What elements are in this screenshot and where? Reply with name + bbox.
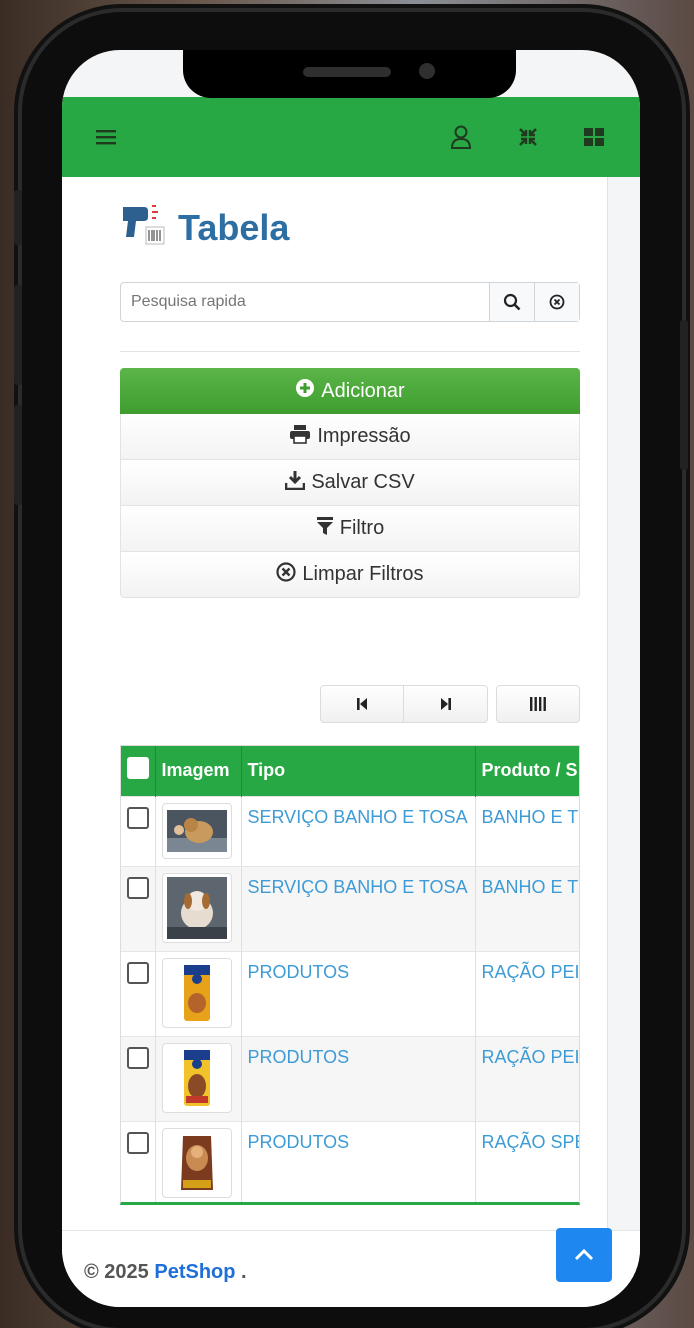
save-csv-label: Salvar CSV xyxy=(311,471,415,493)
image-cell xyxy=(155,1120,242,1202)
row-checkbox[interactable] xyxy=(127,1131,149,1154)
divider xyxy=(120,351,580,352)
filter-button[interactable]: Filtro xyxy=(120,506,580,552)
row-checkbox[interactable] xyxy=(127,1046,149,1069)
step-backward-icon xyxy=(357,698,367,710)
type-cell[interactable]: SERVIÇO BANHO E TOSA xyxy=(241,865,476,951)
side-button xyxy=(14,285,22,385)
download-icon xyxy=(285,470,306,496)
product-cell[interactable]: BANHO E T xyxy=(475,795,579,866)
hamburger-icon[interactable] xyxy=(92,123,120,151)
table-row[interactable]: PRODUTOS RAÇÃO SPE xyxy=(121,1120,579,1202)
side-button xyxy=(680,320,688,470)
search-icon xyxy=(503,293,521,311)
product-cell[interactable]: RAÇÃO PEI xyxy=(475,1035,579,1121)
previous-page-button[interactable] xyxy=(320,685,404,723)
print-button[interactable]: Impressão xyxy=(120,414,580,460)
image-cell xyxy=(155,795,242,866)
image-cell xyxy=(155,865,242,951)
dog-food-bag-icon[interactable] xyxy=(161,1127,232,1198)
action-buttons: Adicionar Impressão Salvar CSV Filtro Li… xyxy=(120,368,580,598)
dog-food-bag-icon[interactable] xyxy=(161,1042,232,1113)
dog-grooming-photo-icon[interactable] xyxy=(161,872,232,943)
page-footer: © 2025 PetShop . xyxy=(62,1228,640,1307)
content-card: Tabela Adicionar Impress xyxy=(62,177,608,1237)
row-select-cell xyxy=(121,950,156,1036)
product-cell[interactable]: RAÇÃO PEI xyxy=(475,950,579,1036)
chevron-up-icon xyxy=(574,1248,594,1261)
phone-screen: Tabela Adicionar Impress xyxy=(62,50,640,1307)
footer-copyright: © 2025 PetShop . xyxy=(84,1261,247,1284)
table-pager xyxy=(320,685,580,723)
type-cell[interactable]: PRODUTOS xyxy=(241,1120,476,1202)
side-button xyxy=(14,405,22,505)
row-checkbox[interactable] xyxy=(127,806,149,829)
table-row[interactable]: PRODUTOS RAÇÃO PEI xyxy=(121,1035,579,1121)
footer-brand-link[interactable]: PetShop xyxy=(154,1261,235,1283)
save-csv-button[interactable]: Salvar CSV xyxy=(120,460,580,506)
copyright-text: © 2025 xyxy=(84,1261,149,1283)
type-cell[interactable]: PRODUTOS xyxy=(241,950,476,1036)
product-cell[interactable]: BANHO E T xyxy=(475,865,579,951)
speaker-grille xyxy=(303,67,391,77)
add-button[interactable]: Adicionar xyxy=(120,368,580,414)
phone-notch xyxy=(183,50,516,98)
columns-icon xyxy=(530,697,546,711)
dog-food-bag-icon[interactable] xyxy=(161,957,232,1028)
print-button-label: Impressão xyxy=(317,425,411,447)
clear-search-button[interactable] xyxy=(534,283,579,321)
columns-toggle-button[interactable] xyxy=(496,685,580,723)
next-page-button[interactable] xyxy=(404,685,488,723)
column-header-image[interactable]: Imagem xyxy=(155,746,242,796)
front-camera xyxy=(419,63,435,79)
add-button-label: Adicionar xyxy=(321,379,405,402)
image-cell xyxy=(155,950,242,1036)
row-checkbox[interactable] xyxy=(127,961,149,984)
product-cell[interactable]: RAÇÃO SPE xyxy=(475,1120,579,1202)
type-cell[interactable]: PRODUTOS xyxy=(241,1035,476,1121)
filter-icon xyxy=(316,516,334,542)
data-table[interactable]: Imagem Tipo Produto / S SERVIÇO BANHO E … xyxy=(120,745,580,1205)
filter-label: Filtro xyxy=(339,517,385,539)
column-header-type[interactable]: Tipo xyxy=(241,746,476,796)
select-all-checkbox[interactable] xyxy=(127,757,149,780)
row-select-cell xyxy=(121,1035,156,1121)
column-header-product[interactable]: Produto / S xyxy=(475,746,579,796)
quick-search xyxy=(120,282,580,322)
top-navbar xyxy=(62,97,640,177)
grid-icon[interactable] xyxy=(580,123,608,151)
circle-x-icon xyxy=(276,561,297,588)
clear-filters-label: Limpar Filtros xyxy=(302,563,424,585)
search-input[interactable] xyxy=(121,283,489,321)
type-cell[interactable]: SERVIÇO BANHO E TOSA xyxy=(241,795,476,866)
printer-icon xyxy=(289,424,311,450)
barcode-scanner-icon xyxy=(120,203,166,252)
search-button[interactable] xyxy=(489,283,534,321)
table-row[interactable]: PRODUTOS RAÇÃO PEI xyxy=(121,950,579,1036)
compress-icon[interactable] xyxy=(514,123,542,151)
step-forward-icon xyxy=(440,698,451,710)
footer-suffix: . xyxy=(241,1261,247,1283)
row-select-cell xyxy=(121,865,156,951)
table-header-row: Imagem Tipo Produto / S xyxy=(121,746,579,796)
row-checkbox[interactable] xyxy=(127,876,149,899)
table-row[interactable]: SERVIÇO BANHO E TOSA BANHO E T xyxy=(121,865,579,951)
plus-circle-icon xyxy=(295,378,315,404)
row-select-cell xyxy=(121,1120,156,1202)
page-title: Tabela xyxy=(178,206,290,248)
side-button xyxy=(14,190,22,245)
dog-grooming-photo-icon[interactable] xyxy=(161,802,232,859)
select-all-cell xyxy=(121,746,156,796)
circle-x-icon xyxy=(549,294,565,310)
scroll-to-top-button[interactable] xyxy=(556,1228,612,1282)
user-icon[interactable] xyxy=(447,123,475,151)
row-select-cell xyxy=(121,795,156,866)
page-header: Tabela xyxy=(120,203,289,252)
clear-filters-button[interactable]: Limpar Filtros xyxy=(120,552,580,598)
image-cell xyxy=(155,1035,242,1121)
table-row[interactable]: SERVIÇO BANHO E TOSA BANHO E T xyxy=(121,795,579,866)
